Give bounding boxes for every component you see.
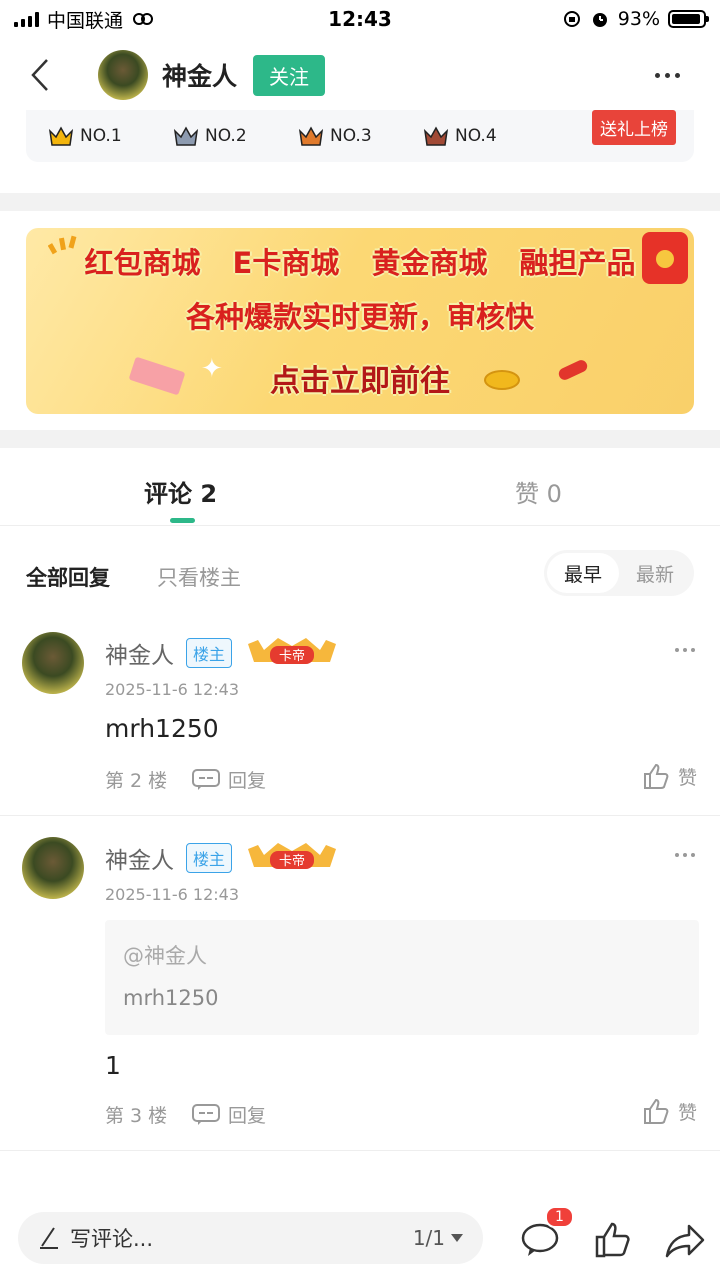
more-options-button[interactable]	[655, 72, 680, 78]
quoted-user: @神金人	[123, 944, 207, 968]
follow-button[interactable]: 关注	[253, 54, 326, 96]
commenter-avatar[interactable]	[22, 632, 84, 694]
post-header: 神金人 关注	[0, 40, 720, 110]
thumbs-up-icon	[644, 763, 669, 789]
crown-gold-icon	[48, 126, 74, 146]
rotation-lock-icon	[563, 11, 580, 27]
sort-latest-button[interactable]: 最新	[619, 553, 691, 593]
back-button[interactable]	[20, 55, 60, 95]
write-comment-input[interactable]: 写评论... 1/1	[18, 1212, 483, 1264]
owner-badge: 楼主	[186, 843, 233, 873]
banner-line-2: 各种爆款实时更新，审核快	[185, 300, 534, 334]
crown-dark-icon	[423, 126, 449, 146]
tab-likes[interactable]: 赞 0	[515, 474, 562, 509]
commenter-avatar[interactable]	[22, 837, 84, 899]
active-tab-indicator	[170, 518, 195, 523]
comment-divider	[0, 1150, 720, 1151]
level-label: 卡帝	[279, 648, 305, 664]
level-badge: 卡帝	[248, 638, 336, 664]
gift-ranking: NO.1 NO.2 NO.3 NO.4 送礼上榜	[26, 110, 694, 162]
pen-icon	[40, 1227, 58, 1249]
comment-divider	[0, 815, 720, 816]
crown-silver-icon	[173, 126, 199, 146]
comment-more-button[interactable]	[675, 853, 695, 857]
author-avatar[interactable]	[98, 50, 148, 100]
banner-line-1: 红包商城 E卡商城 黄金商城 融担产品	[84, 246, 636, 280]
comment-time: 2025-11-6 12:43	[105, 885, 239, 904]
sort-earliest-button[interactable]: 最早	[547, 553, 619, 593]
battery-percent: 93%	[617, 8, 660, 30]
reply-label: 回复	[228, 1105, 267, 1127]
tab-bar: 评论 2 赞 0	[0, 448, 720, 526]
carrier-label: 中国联通	[47, 9, 124, 32]
page-selector[interactable]: 1/1	[413, 1226, 463, 1250]
quoted-reply[interactable]: @神金人 mrh1250	[105, 920, 699, 1035]
status-bar: 中国联通 12:43 93%	[0, 0, 720, 38]
battery-icon	[668, 10, 709, 28]
level-label: 卡帝	[279, 853, 305, 869]
share-icon[interactable]	[665, 1220, 705, 1260]
promo-banner[interactable]: 红包商城 E卡商城 黄金商城 融担产品 各种爆款实时更新，审核快 ✦ 点击立即前…	[26, 228, 694, 414]
reply-icon	[192, 1103, 220, 1125]
banner-cta: 点击立即前往	[270, 364, 450, 399]
like-label: 赞	[678, 766, 698, 789]
like-button[interactable]: 赞	[642, 762, 697, 790]
reply-button[interactable]: 回复	[192, 766, 266, 793]
caret-down-icon	[451, 1234, 463, 1242]
floor-number: 第 2 楼	[105, 770, 168, 792]
thumbs-up-icon	[644, 1098, 669, 1124]
comment-text: 1	[105, 1051, 121, 1080]
rank-label: NO.2	[205, 126, 247, 146]
rank-item[interactable]: NO.1	[48, 125, 173, 147]
section-divider	[0, 430, 720, 448]
thumbs-up-icon[interactable]	[593, 1220, 633, 1260]
rank-label: NO.1	[80, 126, 122, 146]
gift-rank-button[interactable]: 送礼上榜	[592, 110, 676, 145]
alarm-icon	[592, 13, 607, 27]
rank-label: NO.4	[455, 126, 497, 146]
section-divider	[0, 193, 720, 211]
comment-time: 2025-11-6 12:43	[105, 680, 239, 699]
signal-icon	[14, 11, 39, 27]
reply-icon	[192, 768, 220, 790]
floor-number: 第 3 楼	[105, 1105, 168, 1127]
like-button[interactable]: 赞	[642, 1097, 697, 1125]
sort-toggle: 最早 最新	[544, 550, 694, 596]
quoted-text: mrh1250	[123, 986, 219, 1010]
like-label: 赞	[678, 1101, 698, 1124]
rank-item[interactable]: NO.4	[423, 125, 548, 147]
rank-item[interactable]: NO.3	[298, 125, 423, 147]
commenter-name[interactable]: 神金人	[105, 841, 174, 875]
owner-badge: 楼主	[186, 638, 233, 668]
filter-all-replies[interactable]: 全部回复	[26, 562, 110, 592]
page-indicator: 1/1	[412, 1226, 445, 1250]
chevron-left-icon	[31, 59, 48, 91]
comment-text: mrh1250	[105, 714, 219, 743]
notification-badge: 1	[545, 1206, 574, 1228]
bottom-action-bar: 写评论... 1/1 1	[0, 1200, 720, 1280]
commenter-name[interactable]: 神金人	[105, 636, 174, 670]
comment-placeholder: 写评论...	[70, 1227, 154, 1251]
level-badge: 卡帝	[248, 843, 336, 869]
link-icon	[133, 13, 154, 25]
reply-label: 回复	[228, 770, 267, 792]
rank-label: NO.3	[330, 126, 372, 146]
reply-button[interactable]: 回复	[192, 1101, 266, 1128]
tab-comments[interactable]: 评论 2	[144, 474, 217, 509]
filter-op-only[interactable]: 只看楼主	[157, 562, 241, 592]
comment-more-button[interactable]	[675, 648, 695, 652]
rank-item[interactable]: NO.2	[173, 125, 298, 147]
crown-bronze-icon	[298, 126, 324, 146]
author-name[interactable]: 神金人	[162, 57, 237, 93]
gold-coin-icon	[484, 370, 520, 390]
